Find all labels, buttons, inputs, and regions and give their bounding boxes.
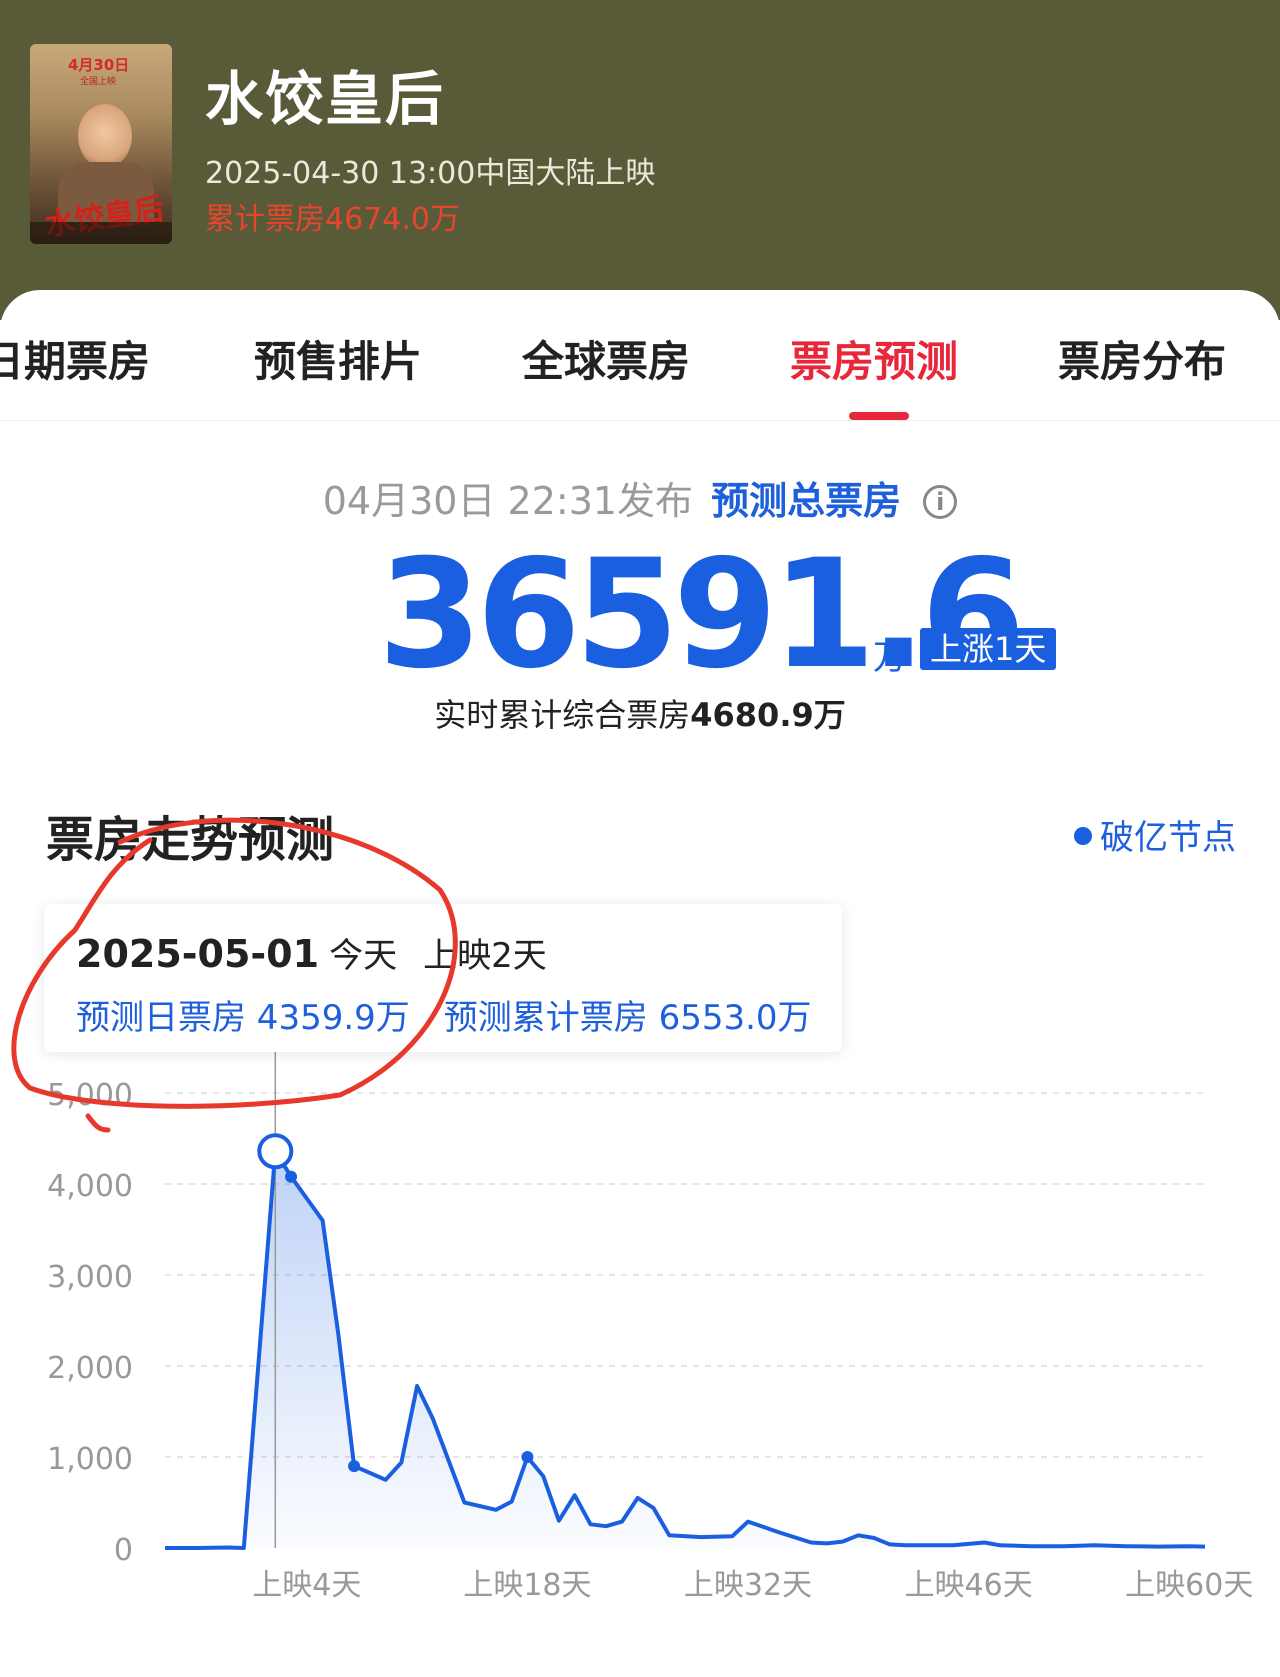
realtime-cumulative: 实时累计综合票房4680.9万 (0, 690, 1280, 736)
poster-credits (30, 222, 172, 244)
box-office-trend-chart[interactable]: 0 1,000 2,000 3,000 4,000 5,000 上映4天 上映18天 上映32… (0, 1040, 1280, 1600)
forecast-total-label: 预测总票房 (711, 479, 902, 523)
y-tick-label: 5,000 (47, 1078, 133, 1113)
info-icon[interactable]: i (923, 485, 958, 519)
movie-title: 水饺皇后 (205, 65, 446, 133)
milestone-point[interactable] (348, 1460, 361, 1473)
tooltip-date: 2025-05-01 (76, 932, 320, 976)
forecast-area (165, 1151, 1205, 1548)
tab-global-box-office[interactable]: 全球票房 (522, 328, 690, 389)
x-tick-label: 上映60天 (1125, 1568, 1253, 1600)
tooltip-day: 上映2天 (423, 936, 547, 976)
tab-box-office-forecast[interactable]: 票房预测 (790, 328, 958, 389)
movie-poster[interactable]: 4月30日 全国上映 水饺皇后 (30, 44, 172, 244)
x-tick-label: 上映46天 (905, 1568, 1033, 1600)
y-tick-label: 2,000 (47, 1351, 133, 1386)
cumulative-box-office: 累计票房4674.0万 (205, 202, 460, 237)
forecast-header: 04月30日 22:31发布 预测总票房 i (0, 470, 1280, 525)
x-tick-label: 上映18天 (463, 1568, 591, 1600)
realtime-value: 4680.9万 (690, 696, 846, 734)
release-info: 2025-04-30 13:00中国大陆上映 (205, 156, 656, 191)
section-title: 票房走势预测 (46, 812, 335, 868)
forecast-total-unit: 万 (873, 638, 907, 678)
poster-sub-text: 全国上映 (80, 77, 117, 87)
tooltip-today: 今天 (329, 936, 398, 976)
x-tick-label: 上映32天 (684, 1568, 812, 1600)
tab-box-office-distribution[interactable]: 票房分布 (1058, 328, 1226, 389)
movie-header: 4月30日 全国上映 水饺皇后 水饺皇后 2025-04-30 13:00中国大… (0, 0, 1280, 320)
tab-presale-schedule[interactable]: 预售排片 (254, 328, 422, 389)
poster-date-text: 4月30日 (68, 56, 130, 74)
tab-bar: 日期票房 预售排片 全球票房 票房预测 票房分布 (0, 290, 1280, 421)
publish-time: 04月30日 22:31发布 (322, 479, 694, 523)
chart-tooltip: 2025-05-01 今天 上映2天 预测日票房 4359.9万 预测累计票房 655… (44, 904, 842, 1052)
x-tick-label: 上映4天 (252, 1568, 361, 1600)
y-tick-label: 4,000 (47, 1169, 133, 1204)
realtime-label: 实时累计综合票房 (434, 696, 691, 734)
tab-date-box-office[interactable]: 日期票房 (0, 328, 150, 389)
legend-label: 破亿节点 (1100, 818, 1236, 858)
milestone-point[interactable] (521, 1451, 534, 1463)
status-badge: 上涨1天 (920, 628, 1057, 670)
poster-face (78, 104, 132, 168)
highlight-point[interactable] (257, 1133, 294, 1170)
y-tick-label: 3,000 (47, 1260, 133, 1295)
tooltip-daily-forecast: 预测日票房 4359.9万 (76, 998, 410, 1038)
milestone-point[interactable] (285, 1170, 298, 1183)
active-tab-indicator (849, 412, 909, 420)
y-tick-label: 1,000 (47, 1442, 133, 1477)
legend-dot-icon (1074, 827, 1092, 845)
tooltip-cumulative-forecast: 预测累计票房 6553.0万 (443, 998, 812, 1038)
legend-milestone[interactable]: 破亿节点 (1074, 810, 1236, 859)
y-tick-label: 0 (114, 1533, 133, 1568)
